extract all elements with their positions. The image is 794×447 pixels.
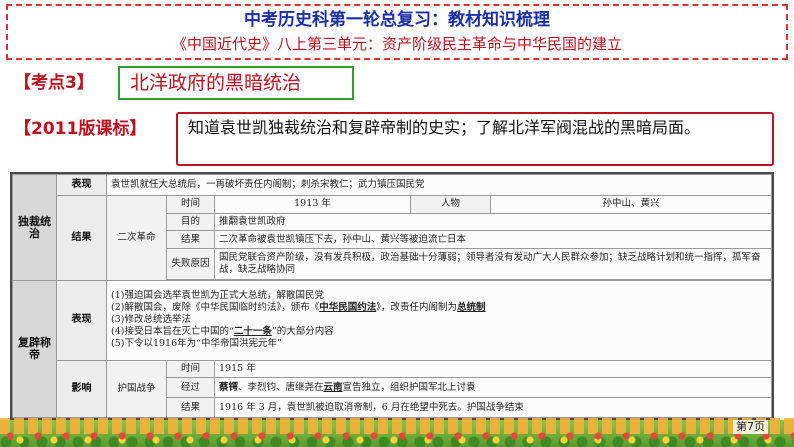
list-item: (4)接受日本旨在灭亡中国的“二十一条”的大部分内容 — [111, 326, 334, 338]
label-jieguo: 结果 — [56, 194, 107, 282]
label-second-revolution: 二次革命 — [106, 194, 167, 282]
label-person: 人物 — [410, 194, 491, 214]
label-war-result: 结果 — [166, 397, 215, 418]
list-item: (1)强迫国会选举袁世凯为正式大总统，解散国民党 — [111, 290, 324, 302]
label-yingxiang: 影响 — [56, 359, 107, 419]
table-row: 独裁统治 表现 袁世凯就任大总统后，一再破坏责任内阁制；刺杀宋教仁；武力镇压国民… — [12, 173, 772, 282]
cell-war-time: 1915 年 — [214, 359, 772, 379]
cell-time: 1913 年 — [214, 194, 411, 214]
category-restoration: 复辟称帝 — [12, 280, 57, 418]
table-row: 结果 二次革命 时间 1913 年 人物 孙中山、黄兴 — [13, 194, 772, 282]
kaodian-title: 北洋政府的黑暗统治 — [118, 66, 354, 100]
list-item: (5)下令以1916年为“中华帝国洪宪元年” — [111, 338, 282, 350]
table-row: 影响 护国战争 时间 1915 年 — [13, 359, 772, 419]
table-row: 复辟称帝 表现 (1)强迫国会选举袁世凯为正式大总统，解散国民党 (2)解散国会… — [12, 280, 772, 418]
list-item: (3)修改总统选举法 — [111, 314, 191, 326]
cell-biaoxian: 袁世凯就任大总统后，一再破坏责任内阁制；刺杀宋教仁；武力镇压国民党 — [106, 174, 772, 196]
label-war-process: 经过 — [166, 377, 215, 399]
label-time: 时间 — [166, 194, 215, 214]
kaodian-label: 【考点3】 — [14, 73, 94, 93]
kebiao-text: 知道袁世凯独裁统治和复辟帝制的史实；了解北洋军阀混战的黑暗局面。 — [176, 112, 774, 166]
header-subtitle: 《中国近代史》八上第三单元：资产阶级民主革命与中华民国的建立 — [171, 35, 622, 53]
knowledge-table: 独裁统治 表现 袁世凯就任大总统后，一再破坏责任内阁制；刺杀宋教仁；武力镇压国民… — [10, 172, 774, 420]
cell-result: 二次革命被袁世凯镇压下去，孙中山、黄兴等被迫流亡日本 — [214, 230, 772, 249]
list-item: (2)解散国会，废除《中华民国临时约法》，颁布《中华民国约法》，改责任内阁制为总… — [111, 302, 486, 314]
label-war-time: 时间 — [166, 359, 215, 379]
cell-purpose: 推翻袁世凯政府 — [214, 212, 772, 232]
cell-failure: 国民党联合资产阶级，没有发兵积极，政治基础十分薄弱；领导者没有发动广大人民群众参… — [214, 247, 772, 281]
label-huguo-war: 护国战争 — [106, 359, 167, 419]
label-biaoxian: 表现 — [56, 174, 107, 196]
page-number: 第7页 — [733, 420, 768, 434]
header-banner: 中考历史科第一轮总复习：教材知识梳理 《中国近代史》八上第三单元：资产阶级民主革… — [6, 4, 788, 60]
label-failure: 失败原因 — [166, 247, 215, 281]
cell-restoration-list: (1)强迫国会选举袁世凯为正式大总统，解散国民党 (2)解散国会，废除《中华民国… — [106, 280, 772, 361]
label-result: 结果 — [166, 230, 215, 249]
cell-war-process: 蔡锷、李烈钧、唐继尧在云南宣告独立，组织护国军北上讨袁 — [214, 377, 772, 399]
label-restoration-biaoxian: 表现 — [56, 280, 107, 361]
cell-person: 孙中山、黄兴 — [490, 194, 772, 214]
decorative-flowers — [0, 428, 794, 447]
label-purpose: 目的 — [166, 212, 215, 232]
cell-war-result: 1916 年 3 月，袁世凯被迫取消帝制，6 月在绝望中死去。护国战争结束 — [214, 397, 772, 418]
header-title: 中考历史科第一轮总复习：教材知识梳理 — [244, 10, 550, 30]
category-dictatorship: 独裁统治 — [12, 173, 57, 282]
kebiao-label: 【2011版课标】 — [14, 119, 147, 139]
